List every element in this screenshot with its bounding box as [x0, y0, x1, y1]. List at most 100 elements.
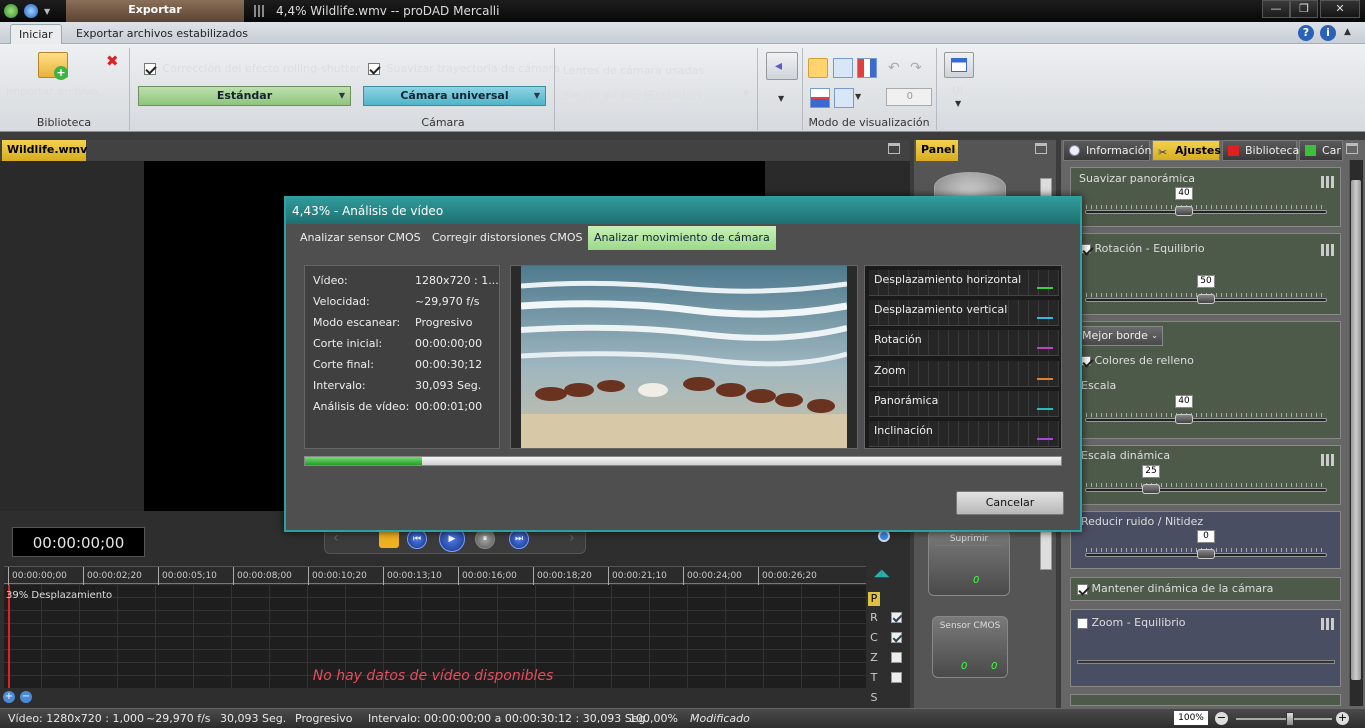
graph-panoramica[interactable]: Panorámica	[869, 391, 1059, 417]
view-mode-compare-icon[interactable]	[857, 58, 877, 78]
minimize-button[interactable]: —	[1262, 0, 1290, 18]
track-t[interactable]: T	[868, 671, 880, 684]
zoom-checkbox[interactable]	[1077, 617, 1088, 629]
zoom-plus-icon[interactable]: +	[1336, 712, 1349, 725]
zoom-in-icon[interactable]: +	[3, 691, 15, 703]
track-p[interactable]: P	[868, 592, 880, 606]
rotacion-slider[interactable]: 50	[1085, 275, 1327, 304]
panel-tab[interactable]: Panel	[916, 140, 958, 161]
redo-icon[interactable]: ↷	[910, 60, 922, 76]
track-c[interactable]: C	[868, 631, 880, 644]
mantener-checkbox[interactable]	[1077, 583, 1088, 595]
tab-corregir-distorsiones[interactable]: Corregir distorsiones CMOS	[426, 226, 588, 250]
tab-informacion[interactable]: Información	[1063, 140, 1151, 161]
close-button[interactable]: ✕	[1320, 0, 1360, 18]
ui-dropdown-icon[interactable]: ▼	[955, 99, 961, 108]
prev-edge-icon[interactable]: ‹	[333, 530, 339, 546]
remove-icon[interactable]: ✖	[106, 52, 119, 70]
suavizar-slider[interactable]: 40	[1085, 187, 1327, 216]
settings-scroll-thumb[interactable]	[1351, 180, 1361, 680]
escala-slider[interactable]: 40	[1085, 395, 1327, 424]
undo-icon[interactable]: ↶	[888, 60, 900, 76]
graph-vertical[interactable]: Desplazamiento vertical	[869, 300, 1059, 326]
rotacion-checkbox[interactable]	[1081, 244, 1091, 254]
graph-rotacion[interactable]: Rotación	[869, 330, 1059, 356]
rolling-shutter-select[interactable]: Estándar ▼	[138, 86, 351, 106]
zoom-option[interactable]: Zoom - Equilibrio	[1077, 616, 1186, 629]
skip-forward-icon[interactable]: ⏭	[509, 529, 529, 549]
track-z-checkbox[interactable]	[891, 652, 902, 663]
colores-checkbox[interactable]	[1081, 356, 1091, 366]
escala-dinamica-slider[interactable]: 25	[1085, 465, 1327, 494]
app-orb-icon[interactable]	[4, 4, 18, 18]
graph-inclinacion[interactable]: Inclinación	[869, 421, 1059, 447]
smooth-path-checkbox[interactable]	[368, 63, 380, 75]
split-view-button[interactable]: ◂	[766, 52, 798, 80]
tab-biblioteca[interactable]: Biblioteca	[1222, 140, 1299, 161]
file-tab[interactable]: Wildlife.wmv	[2, 140, 87, 161]
maximize-panel-icon[interactable]	[1035, 143, 1047, 154]
tab-iniciar[interactable]: Iniciar	[10, 24, 62, 44]
tab-analizar-sensor[interactable]: Analizar sensor CMOS	[294, 226, 427, 250]
maximize-pane-icon[interactable]	[888, 143, 900, 154]
tab-analizar-movimiento[interactable]: Analizar movimiento de cámara	[588, 226, 776, 250]
colores-option[interactable]: Colores de relleno	[1081, 354, 1194, 367]
export-tab[interactable]: Exportar	[66, 0, 244, 22]
tab-carpeta[interactable]: Carp	[1299, 140, 1343, 161]
lens-select[interactable]: Sin ojo de pez (Estándar) ▼	[563, 89, 749, 102]
rotacion-option[interactable]: Rotación - Equilibrio	[1081, 242, 1205, 255]
spin-input[interactable]: 0	[886, 88, 932, 106]
zoom-timeline-icon[interactable]: ◢◣	[874, 568, 889, 579]
suavizar-thumb[interactable]	[1175, 206, 1193, 216]
import-file-button[interactable]: Importar archivo...	[6, 85, 108, 98]
timeline-ruler[interactable]: 00:00:00;00 00:00:02;20 00:00:05;10 00:0…	[4, 566, 866, 585]
escala-dinamica-thumb[interactable]	[1142, 484, 1160, 494]
zoom-slider-track[interactable]	[1236, 718, 1332, 720]
rolling-shutter-option[interactable]: Corrección del efecto rolling-shutter	[144, 62, 361, 75]
ribbon-collapse-icon[interactable]: ▲	[1344, 27, 1351, 37]
bars-icon[interactable]	[1321, 454, 1335, 466]
next-edge-icon[interactable]: ›	[569, 530, 575, 546]
bars-icon[interactable]	[1321, 176, 1335, 188]
view-mode-dropdown-icon[interactable]: ▼	[855, 92, 861, 101]
globe-icon[interactable]	[24, 4, 38, 18]
border-mode-select[interactable]: Mejor borde ⌄	[1077, 326, 1163, 346]
ruido-slider[interactable]: 0	[1085, 530, 1327, 559]
track-z[interactable]: Z	[868, 651, 880, 664]
tab-exportar-archivos[interactable]: Exportar archivos estabilizados	[68, 24, 256, 44]
track-r-checkbox[interactable]	[891, 612, 902, 623]
tab-ajustes[interactable]: ✂ Ajustes	[1152, 140, 1221, 161]
view-mode-stop-icon[interactable]	[833, 58, 853, 78]
help-icon[interactable]: ?	[1298, 25, 1314, 41]
zoom-level-box[interactable]: 100%	[1174, 711, 1208, 725]
graph-zoom[interactable]: Zoom	[869, 361, 1059, 387]
view-mode-screen-icon[interactable]	[834, 88, 854, 108]
zoom-minus-icon[interactable]: −	[1215, 712, 1228, 725]
quick-access-dropdown-icon[interactable]: ▼	[44, 7, 50, 16]
track-t-checkbox[interactable]	[891, 672, 902, 683]
camera-type-select[interactable]: Cámara universal ▼	[363, 86, 546, 106]
bars-icon[interactable]	[1321, 618, 1335, 630]
bars-icon[interactable]	[1321, 244, 1335, 256]
mantener-option[interactable]: Mantener dinámica de la cámara	[1077, 582, 1273, 595]
cancel-button[interactable]: Cancelar	[956, 491, 1064, 515]
smooth-path-option[interactable]: Suavizar trayectoria de cámara	[368, 62, 560, 75]
rolling-shutter-checkbox[interactable]	[144, 63, 156, 75]
view-mode-monitor-icon[interactable]	[808, 58, 828, 78]
track-c-checkbox[interactable]	[891, 632, 902, 643]
info-icon[interactable]: i	[1320, 25, 1336, 41]
zoom-slider-thumb[interactable]	[1286, 712, 1294, 726]
graph-horizontal[interactable]: Desplazamiento horizontal	[869, 270, 1059, 296]
pause-icon[interactable]: ⏸	[475, 529, 495, 549]
zoom-slider[interactable]	[1077, 660, 1335, 664]
zoom-out-icon[interactable]: −	[20, 691, 32, 703]
track-s[interactable]: S	[868, 691, 880, 704]
escala-thumb[interactable]	[1175, 414, 1193, 424]
ruido-thumb[interactable]	[1197, 549, 1215, 559]
view-mode-split-icon[interactable]	[810, 88, 830, 108]
skip-back-icon[interactable]: ⏮	[407, 529, 427, 549]
ui-button[interactable]	[944, 52, 974, 78]
rotacion-thumb[interactable]	[1197, 294, 1215, 304]
maximize-settings-icon[interactable]	[1346, 143, 1358, 154]
split-view-dropdown-icon[interactable]: ▼	[778, 94, 784, 103]
